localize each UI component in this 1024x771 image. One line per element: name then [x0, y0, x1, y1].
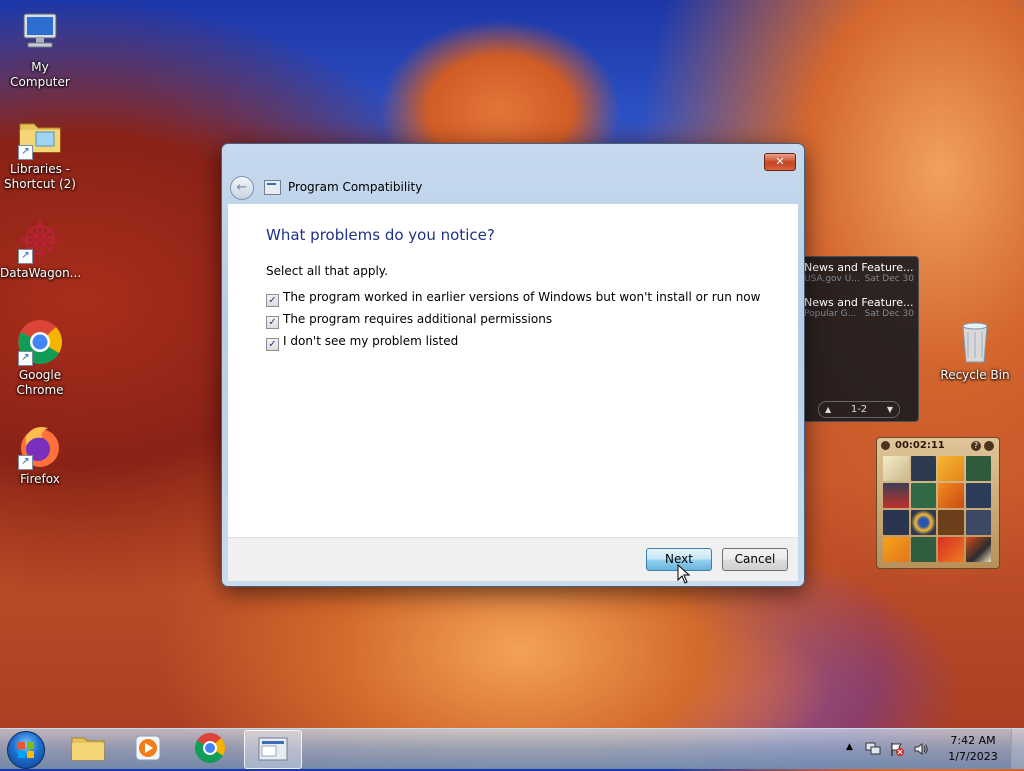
feed-item-meta: USA.gov U... Sat Dec 30	[804, 274, 914, 284]
desktop-icon-label: My Computer	[10, 60, 70, 89]
shortcut-arrow-icon: ↗	[18, 249, 33, 264]
feed-page-count: 1-2	[850, 404, 868, 415]
help-icon[interactable]: ?	[971, 441, 981, 451]
feed-item-date: Sat Dec 30	[864, 309, 914, 319]
media-player-icon	[135, 735, 161, 761]
feed-item[interactable]: News and Feature... USA.gov U... Sat Dec…	[804, 261, 914, 284]
feed-pager: ▲ 1-2 ▼	[818, 401, 900, 418]
puzzle-tile[interactable]	[910, 456, 936, 481]
option-label: I don't see my problem listed	[283, 334, 459, 348]
computer-icon	[16, 10, 64, 58]
dialog-content: What problems do you notice? Select all …	[228, 204, 798, 537]
puzzle-tile[interactable]	[965, 537, 991, 562]
puzzle-tile[interactable]	[910, 537, 936, 562]
shortcut-arrow-icon: ↗	[18, 455, 33, 470]
program-compatibility-icon	[264, 180, 281, 195]
shortcut-arrow-icon: ↗	[18, 351, 33, 366]
option-label: The program requires additional permissi…	[283, 312, 553, 326]
puzzle-tile[interactable]	[965, 456, 991, 481]
feed-next-icon[interactable]: ▼	[887, 402, 893, 417]
desktop-icon-label: Recycle Bin	[940, 368, 1010, 382]
close-button[interactable]: ✕	[764, 153, 796, 171]
puzzle-tile[interactable]	[938, 537, 964, 562]
recycle-bin-icon	[951, 318, 999, 366]
show-picture-icon[interactable]	[984, 441, 994, 451]
cancel-button[interactable]: Cancel	[722, 548, 788, 571]
program-compatibility-dialog: ✕ ← Program Compatibility What problems …	[221, 143, 805, 587]
dialog-footer: Next Cancel	[228, 537, 798, 581]
puzzle-tile[interactable]	[910, 483, 936, 508]
folder-icon: ↗	[16, 112, 64, 160]
show-hidden-icons-button[interactable]: ▲	[846, 742, 853, 752]
checkbox-earlier-versions[interactable]: ✓	[266, 294, 279, 307]
dialog-nav-bar: ← Program Compatibility	[230, 176, 796, 200]
windows-logo-icon	[18, 742, 34, 758]
desktop-icon-my-computer[interactable]: My Computer	[0, 10, 80, 90]
chrome-icon	[194, 733, 225, 764]
desktop-icon-label: Google Chrome	[16, 368, 64, 397]
feed-prev-icon[interactable]: ▲	[825, 402, 831, 417]
clock-date: 1/7/2023	[948, 750, 998, 763]
taskbar-program-compatibility[interactable]	[244, 730, 302, 769]
picture-puzzle-gadget: 00:02:11 ?	[876, 437, 1000, 569]
feed-item-title: News and Feature...	[804, 296, 914, 309]
show-desktop-button[interactable]	[1011, 729, 1024, 769]
option-label: The program worked in earlier versions o…	[283, 290, 761, 304]
puzzle-tile[interactable]	[883, 483, 909, 508]
dialog-title: Program Compatibility	[288, 180, 423, 194]
option-problem-not-listed[interactable]: ✓ I don't see my problem listed	[266, 334, 458, 351]
start-button[interactable]	[7, 731, 45, 769]
taskbar: ▲ 7:42 AM 1/7/2023	[0, 728, 1024, 769]
puzzle-tile[interactable]	[883, 537, 909, 562]
back-arrow-icon[interactable]: ←	[230, 176, 254, 200]
mouse-cursor-icon	[677, 564, 691, 584]
instruction-text: Select all that apply.	[266, 264, 388, 278]
puzzle-tile[interactable]	[883, 510, 909, 535]
checkbox-problem-not-listed[interactable]: ✓	[266, 338, 279, 351]
taskbar-google-chrome[interactable]	[182, 730, 238, 767]
feed-item-source: Popular G...	[804, 309, 857, 319]
desktop-icon-google-chrome[interactable]: ↗ Google Chrome	[0, 318, 80, 398]
puzzle-tile[interactable]	[965, 510, 991, 535]
clock-time: 7:42 AM	[950, 734, 996, 747]
desktop-icon-firefox[interactable]: ↗ Firefox	[0, 422, 80, 487]
feed-item[interactable]: News and Feature... Popular G... Sat Dec…	[804, 296, 914, 319]
feed-item-title: News and Feature...	[804, 261, 914, 274]
checkbox-additional-permissions[interactable]: ✓	[266, 316, 279, 329]
desktop-icon-libraries-shortcut[interactable]: ↗ Libraries - Shortcut (2)	[0, 112, 80, 192]
firefox-icon: ↗	[16, 422, 64, 470]
taskbar-windows-explorer[interactable]	[60, 730, 116, 767]
puzzle-tile[interactable]	[965, 483, 991, 508]
page-heading: What problems do you notice?	[266, 226, 495, 244]
puzzle-empty-slot	[938, 510, 964, 535]
volume-icon[interactable]	[913, 741, 929, 757]
option-additional-permissions[interactable]: ✓ The program requires additional permiss…	[266, 312, 552, 329]
puzzle-tile[interactable]	[938, 483, 964, 508]
feed-item-source: USA.gov U...	[804, 274, 860, 284]
feed-headlines-gadget: News and Feature... USA.gov U... Sat Dec…	[803, 256, 919, 422]
chrome-icon: ↗	[16, 318, 64, 366]
desktop-icon-datawagon[interactable]: ↗ DataWagon...	[0, 216, 82, 281]
option-earlier-versions[interactable]: ✓ The program worked in earlier versions …	[266, 290, 760, 307]
datawagon-logo-icon: ↗	[16, 216, 64, 264]
feed-item-meta: Popular G... Sat Dec 30	[804, 309, 914, 319]
puzzle-tile[interactable]	[910, 510, 936, 535]
action-center-flag-icon[interactable]	[889, 741, 905, 757]
folder-icon	[71, 737, 105, 761]
puzzle-tile[interactable]	[938, 456, 964, 481]
system-clock[interactable]: 7:42 AM 1/7/2023	[938, 733, 1008, 765]
puzzle-timer-icon[interactable]	[881, 441, 890, 450]
puzzle-timer: 00:02:11	[895, 440, 945, 451]
taskbar-windows-media-player[interactable]	[120, 730, 176, 767]
feed-item-date: Sat Dec 30	[864, 274, 914, 284]
puzzle-tile[interactable]	[883, 456, 909, 481]
desktop-icon-recycle-bin[interactable]: Recycle Bin	[935, 318, 1015, 383]
desktop-icon-label: Firefox	[20, 472, 60, 486]
desktop-icon-label: DataWagon...	[0, 266, 82, 280]
program-compatibility-icon	[258, 737, 288, 761]
puzzle-board	[883, 456, 991, 562]
network-icon[interactable]	[865, 741, 881, 757]
shortcut-arrow-icon: ↗	[18, 145, 33, 160]
desktop-icon-label: Libraries - Shortcut (2)	[4, 162, 76, 191]
